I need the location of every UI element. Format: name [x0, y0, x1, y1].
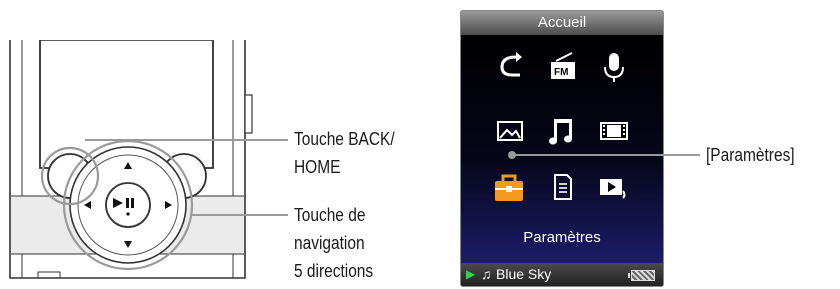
player-side-switch	[244, 94, 253, 134]
home-menu-grid: FM Paramètres	[461, 35, 663, 263]
player-bottom-port	[37, 271, 61, 279]
center-dot-icon	[126, 212, 130, 216]
fm-radio-icon[interactable]: FM	[542, 47, 582, 87]
toolbox-settings-icon[interactable]	[489, 167, 529, 207]
now-playing-title: Blue Sky	[496, 266, 552, 282]
play-indicator-icon: ▶	[466, 267, 476, 281]
battery-icon	[628, 270, 655, 281]
back-home-callout-line2: HOME	[294, 157, 341, 177]
svg-text:FM: FM	[554, 67, 568, 78]
pause-icon-bar1	[126, 198, 129, 208]
document-icon[interactable]	[542, 167, 582, 207]
music-note-icon[interactable]	[542, 111, 582, 151]
navigation-callout-line3: 5 directions	[294, 261, 374, 281]
slideshow-icon[interactable]	[594, 167, 634, 207]
video-film-icon[interactable]	[594, 111, 634, 151]
navigation-callout: Touche de navigation 5 directions	[294, 201, 373, 285]
home-menu-screen: Accueil FM Paramètres ▶ ♫ Blue Sky	[460, 10, 664, 287]
photo-icon[interactable]	[490, 111, 530, 151]
back-home-callout: Touche BACK/ HOME	[294, 125, 395, 181]
navigation-callout-line1: Touche de	[294, 205, 366, 225]
navigation-callout-line2: navigation	[294, 233, 365, 253]
microphone-icon[interactable]	[594, 47, 634, 87]
back-home-callout-line1: Touche BACK/	[294, 129, 395, 149]
screen-title: Accueil	[461, 11, 663, 35]
params-callout: [Paramètres]	[706, 145, 795, 165]
selected-item-label: Paramètres	[523, 229, 601, 246]
now-playing-bar: ▶ ♫ Blue Sky	[461, 263, 663, 286]
pause-icon-bar2	[131, 198, 134, 208]
repeat-icon[interactable]	[490, 47, 530, 87]
music-note-small-icon: ♫	[481, 266, 492, 282]
